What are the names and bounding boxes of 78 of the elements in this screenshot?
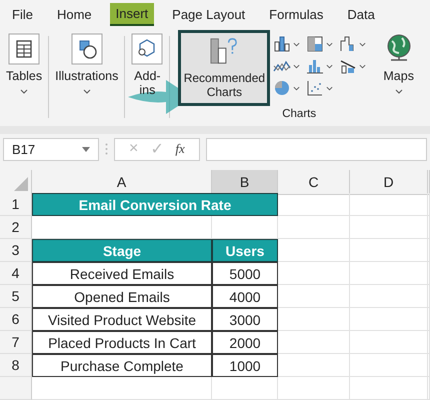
empty-cell[interactable] <box>350 262 428 285</box>
row-header[interactable]: 8 <box>0 354 32 377</box>
caret-icon <box>394 89 403 94</box>
empty-cell[interactable] <box>278 216 350 239</box>
row-header[interactable]: 3 <box>0 239 32 262</box>
column-header[interactable]: C <box>278 170 350 195</box>
empty-cell[interactable] <box>278 377 350 400</box>
caret-icon <box>326 86 334 90</box>
caret-icon <box>359 42 366 46</box>
empty-cell[interactable] <box>350 216 428 239</box>
caret-icon <box>293 42 300 46</box>
empty-cell[interactable] <box>350 354 428 377</box>
row-header[interactable]: 6 <box>0 308 32 331</box>
empty-cell[interactable] <box>278 354 350 377</box>
maps-button[interactable]: Maps <box>377 30 420 106</box>
table-cell: Received Emails <box>32 262 212 285</box>
table-cell: Visited Product Website <box>32 308 212 331</box>
recommended-charts-button[interactable]: Recommended Charts <box>178 30 270 106</box>
column-chart-icon <box>306 57 324 75</box>
row-header[interactable]: 5 <box>0 285 32 308</box>
table-cell: 4000 <box>212 285 278 308</box>
tables-button[interactable]: Tables <box>0 30 48 126</box>
grip-icon <box>105 143 108 155</box>
row-header[interactable] <box>0 377 32 400</box>
caret-icon <box>359 64 366 68</box>
corner-triangle-icon <box>14 177 28 191</box>
scatter-chart-icon <box>306 79 324 97</box>
caret-icon <box>326 42 334 46</box>
table-cell: Opened Emails <box>32 285 212 308</box>
table-cell: 2000 <box>212 331 278 354</box>
menu-tab[interactable]: Insert <box>110 2 154 26</box>
empty-cell[interactable] <box>350 193 428 216</box>
table-icon <box>8 33 40 65</box>
table-cell: Placed Products In Cart <box>32 331 212 354</box>
row-header[interactable]: 1 <box>0 193 32 216</box>
row-header[interactable]: 7 <box>0 331 32 354</box>
caret-icon <box>293 64 300 68</box>
empty-cell[interactable] <box>212 377 278 400</box>
empty-cell[interactable] <box>350 331 428 354</box>
dropdown-icon <box>82 146 90 152</box>
table-header-cell: Users <box>212 239 278 262</box>
table-header-cell: Stage <box>32 239 212 262</box>
empty-cell[interactable] <box>278 285 350 308</box>
caret-icon <box>326 64 334 68</box>
empty-cell[interactable] <box>350 239 428 262</box>
column-header[interactable]: A <box>32 170 212 195</box>
group-label: Charts <box>282 108 316 120</box>
table-cell: Purchase Complete <box>32 354 212 377</box>
empty-cell[interactable] <box>350 308 428 331</box>
bar-chart-icon <box>273 35 292 53</box>
empty-cell[interactable] <box>278 331 350 354</box>
caret-icon <box>82 89 91 94</box>
caret-icon <box>20 89 28 94</box>
column-header[interactable]: B <box>212 170 278 195</box>
table-title: Email Conversion Rate <box>32 193 278 216</box>
menu-tab[interactable]: Data <box>341 4 381 24</box>
row-header[interactable]: 2 <box>0 216 32 239</box>
pie-chart-icon <box>273 79 292 97</box>
formula-input[interactable] <box>206 138 427 160</box>
row-header[interactable]: 4 <box>0 262 32 285</box>
empty-cell[interactable] <box>350 285 428 308</box>
insert-function-button[interactable]: fx <box>175 141 185 157</box>
column-header[interactable]: D <box>350 170 428 195</box>
empty-cell[interactable] <box>278 308 350 331</box>
caret-icon <box>293 86 300 90</box>
menu-tab[interactable]: Formulas <box>263 4 330 24</box>
hierarchy-chart-icon <box>306 35 324 53</box>
empty-cell[interactable] <box>350 377 428 400</box>
empty-cell[interactable] <box>278 262 350 285</box>
shapes-icon <box>70 33 103 65</box>
table-cell: 5000 <box>212 262 278 285</box>
menu-tab[interactable]: Home <box>50 4 98 24</box>
menu-tab[interactable]: Page Layout <box>166 4 252 24</box>
table-cell: 3000 <box>212 308 278 331</box>
menu-tab[interactable]: File <box>6 4 39 24</box>
table-cell: 1000 <box>212 354 278 377</box>
name-box[interactable]: B17 <box>3 138 99 160</box>
illustrations-button[interactable]: Illustrations <box>49 30 124 126</box>
